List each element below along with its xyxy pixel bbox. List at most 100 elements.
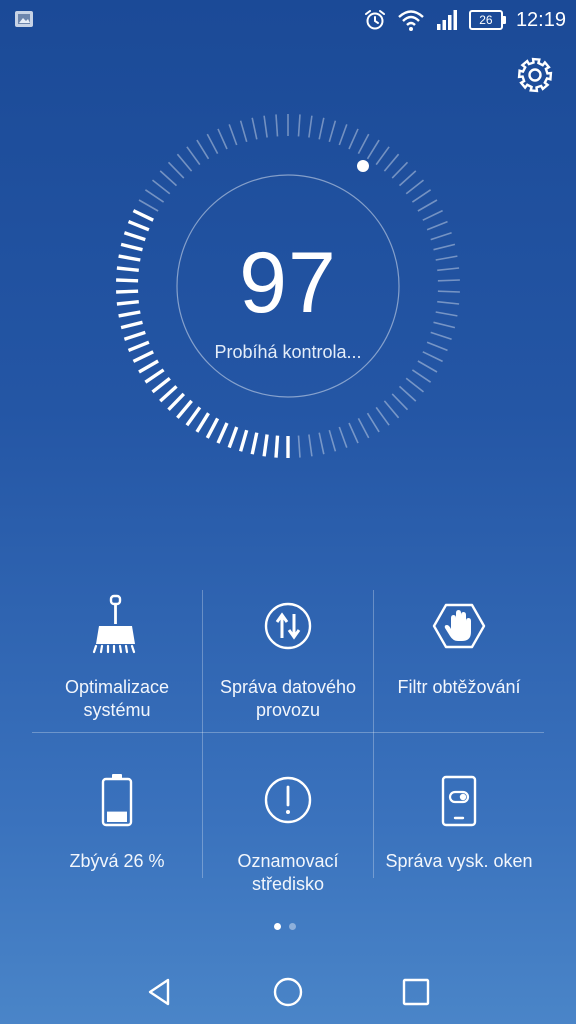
tile-notification-center[interactable]: Oznamovací středisko: [203, 764, 373, 906]
gauge-tick-active: [132, 350, 154, 363]
gauge-tick: [251, 117, 258, 140]
tile-system-optimization[interactable]: Optimalizace systému: [32, 590, 202, 732]
hand-stop-icon: [432, 603, 486, 649]
tile-floating-windows[interactable]: Správa vysk. oken: [374, 764, 544, 906]
gauge-tick: [338, 426, 348, 448]
tile-battery[interactable]: Zbývá 26 %: [32, 764, 202, 906]
gauge-tick-active: [250, 432, 259, 455]
tile-label-line: Zbývá 26 %: [69, 851, 165, 871]
gauge-tick: [318, 432, 325, 455]
gauge-tick: [411, 369, 432, 383]
gauge-tick-active: [176, 399, 193, 419]
home-icon[interactable]: [268, 972, 308, 1012]
gauge-tick: [383, 153, 400, 172]
gauge-tick: [217, 128, 228, 150]
tile-label: Správa datového provozu: [203, 676, 373, 722]
gauge-tick-active: [205, 417, 220, 439]
gauge-tick-active: [127, 220, 150, 232]
gauge-progress-dot: [357, 160, 369, 172]
gauge-tick: [398, 385, 417, 402]
tile-label-line: Oznamovací: [237, 851, 339, 871]
gauge-tick: [426, 220, 448, 231]
optimization-score: 97: [239, 235, 337, 331]
gauge-tick: [437, 290, 460, 293]
gauge-tick: [348, 128, 359, 150]
battery-level: 26: [468, 10, 503, 30]
tile-harassment-filter[interactable]: Filtr obtěžování: [374, 590, 544, 732]
gauge-tick-active: [159, 385, 178, 403]
wifi-icon: [398, 10, 424, 31]
gauge-tick: [435, 255, 458, 261]
gauge-tick-active: [123, 231, 146, 242]
gauge-tick: [144, 189, 165, 203]
gauge-tick: [328, 429, 337, 452]
status-time: 12:19: [515, 8, 566, 31]
gauge-tick-active: [195, 412, 210, 433]
gauge-tick: [391, 161, 409, 179]
battery-fill: [107, 811, 127, 822]
gauge-tick: [308, 434, 313, 457]
tile-label-line: Optimalizace: [64, 677, 170, 697]
gauge-tick: [357, 133, 370, 154]
navigation-bar: [0, 958, 576, 1024]
gauge-tick-active: [274, 435, 280, 458]
gauge-tick: [430, 232, 452, 241]
recents-icon[interactable]: [396, 972, 436, 1012]
gauge-tick-active: [120, 242, 143, 252]
tile-data-traffic[interactable]: Správa datového provozu: [203, 590, 373, 732]
tile-label: Oznamovací středisko: [203, 850, 373, 896]
tile-label-line: Filtr obtěžování: [397, 677, 521, 697]
gauge-tick: [405, 179, 424, 195]
gauge-tick-active: [144, 368, 165, 384]
signal-icon: [436, 10, 457, 30]
battery-indicator: 26: [468, 10, 506, 30]
exclamation-icon: [264, 776, 312, 824]
gauge-tick: [297, 114, 301, 137]
page-dot[interactable]: [289, 923, 296, 930]
page-indicator: [274, 923, 296, 930]
gauge-tick: [328, 120, 337, 143]
gauge-tick: [433, 321, 456, 329]
gauge-tick-active: [116, 300, 139, 306]
gauge-tick: [437, 300, 460, 305]
back-icon[interactable]: [140, 972, 180, 1012]
gauge-tick: [411, 189, 432, 203]
gauge-tick-active: [127, 340, 150, 352]
broom-icon: [92, 594, 136, 654]
gauge-tick: [405, 377, 424, 393]
gauge-tick-active: [216, 422, 229, 444]
gauge-tick-active: [185, 406, 202, 427]
tile-label-line: středisko: [251, 874, 325, 894]
gauge-tick-active: [118, 310, 141, 318]
gauge-tick: [228, 124, 238, 146]
gauge-tick: [297, 435, 301, 458]
gauge-tick-active: [151, 376, 171, 394]
tile-label-line: systému: [83, 700, 151, 720]
tile-label: Optimalizace systému: [32, 676, 202, 722]
gauge-tick: [417, 360, 438, 373]
gauge-tick: [430, 331, 452, 340]
tile-label: Filtr obtěžování: [374, 676, 544, 699]
gauge-tick: [437, 279, 460, 282]
gear-icon[interactable]: [516, 56, 554, 94]
gauge-tick-active: [238, 429, 249, 452]
gauge-tick: [348, 422, 359, 444]
image-notification-icon: [15, 11, 33, 27]
gauge-tick-active: [123, 330, 146, 341]
gauge-tick: [417, 199, 438, 212]
scan-status: Probíhá kontrola...: [214, 342, 362, 362]
gauge-tick-active: [118, 254, 141, 262]
gauge-tick: [186, 146, 201, 166]
tile-label-line: Správa vysk. oken: [385, 851, 533, 871]
data-traffic-icon: [264, 602, 312, 650]
gauge-tick: [435, 311, 458, 317]
gauge-tick: [426, 341, 448, 352]
gauge-tick: [398, 170, 417, 187]
page-dot-active[interactable]: [274, 923, 281, 930]
alarm-icon: [364, 10, 385, 30]
gauge-tick-active: [116, 278, 139, 283]
gauge-tick: [239, 120, 248, 143]
tile-label-line: Správa datového: [219, 677, 357, 697]
gauge-center: 97 Probíhá kontrola...: [176, 178, 400, 402]
gauge-tick: [138, 199, 159, 212]
